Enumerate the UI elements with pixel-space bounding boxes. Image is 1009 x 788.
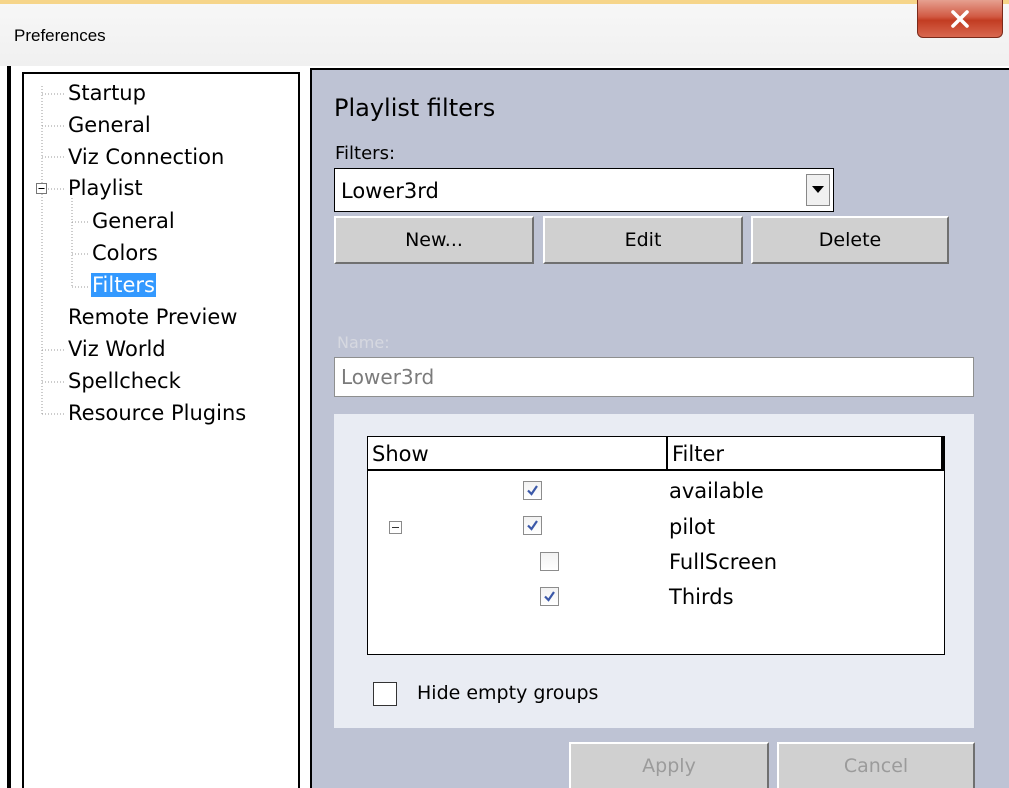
cancel-button-label: Cancel [843,755,909,777]
filter-table[interactable]: Show Filter available pilot FullScreen T… [367,436,945,655]
close-button[interactable] [917,0,1003,38]
window-frame [7,66,11,788]
filters-dropdown-value: Lower3rd [341,179,439,203]
row-fullscreen-label: FullScreen [669,550,778,574]
close-icon [951,9,969,28]
checkmark-icon [544,591,555,602]
page-title: Playlist filters [334,94,496,122]
edit-button-label: Edit [624,229,662,251]
hide-empty-groups-checkbox[interactable] [373,682,397,706]
tree-item-spellcheck[interactable]: Spellcheck [68,366,181,396]
cancel-button[interactable]: Cancel [777,742,975,788]
edit-filter-button[interactable]: Edit [543,216,743,264]
tree-item-remote-preview[interactable]: Remote Preview [68,302,237,332]
playlist-collapse-icon[interactable] [36,183,47,194]
apply-button-label: Apply [642,755,696,777]
tree-item-viz-connection[interactable]: Viz Connection [68,142,224,172]
row-thirds-checkbox[interactable] [540,587,559,606]
row-pilot-label: pilot [669,515,716,539]
tree-item-startup[interactable]: Startup [68,78,146,108]
apply-button[interactable]: Apply [569,742,769,788]
tree-item-resource-plugins[interactable]: Resource Plugins [68,398,246,428]
checkmark-icon [527,485,538,496]
pilot-collapse-icon[interactable] [389,521,402,534]
tree-item-playlist[interactable]: Playlist [68,173,143,203]
new-filter-button[interactable]: New... [334,216,534,264]
filters-label: Filters: [335,143,396,164]
row-pilot-checkbox[interactable] [523,516,542,535]
title-bar: Preferences [0,4,1009,66]
row-fullscreen-checkbox[interactable] [540,552,559,571]
tree-item-playlist-filters[interactable]: Filters [91,270,156,300]
tree-item-playlist-colors[interactable]: Colors [92,238,158,268]
name-label: Name: [337,333,390,352]
tree-item-general[interactable]: General [68,110,151,140]
row-available-label: available [669,479,764,503]
delete-filter-button[interactable]: Delete [751,216,949,264]
tree-item-viz-world[interactable]: Viz World [68,334,166,364]
column-header-filter[interactable]: Filter [668,437,944,471]
row-thirds-label: Thirds [669,585,734,609]
name-field[interactable]: Lower3rd [334,357,974,397]
preferences-tree[interactable]: Startup General Viz Connection Playlist … [22,72,300,788]
hide-empty-groups-label: Hide empty groups [417,682,599,704]
window-title: Preferences [14,26,106,45]
tree-item-playlist-general[interactable]: General [92,206,175,236]
checkmark-icon [527,520,538,531]
row-available-checkbox[interactable] [523,481,542,500]
column-header-show[interactable]: Show [368,437,668,471]
filters-dropdown[interactable]: Lower3rd [334,168,834,212]
dropdown-arrow-icon[interactable] [806,174,830,206]
new-button-label: New... [405,229,463,251]
delete-button-label: Delete [818,229,882,251]
